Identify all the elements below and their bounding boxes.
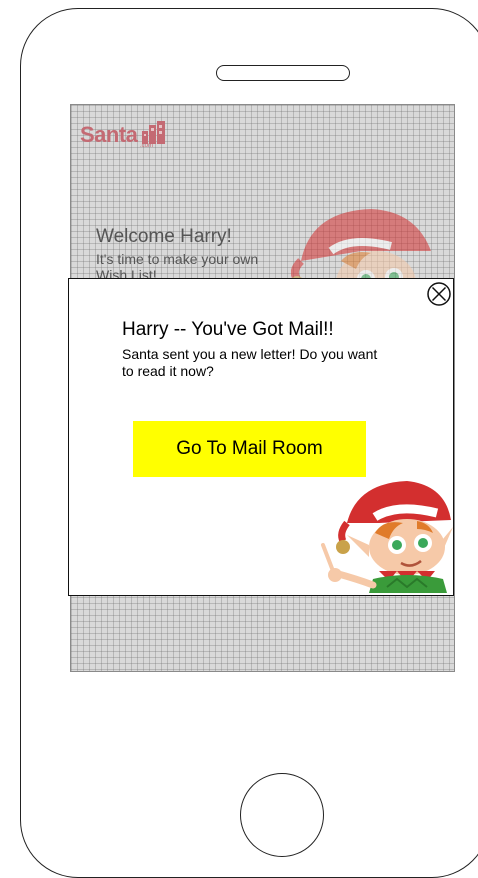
elf-pointing-illustration <box>321 481 453 593</box>
go-to-mail-room-button[interactable]: Go To Mail Room <box>133 421 366 477</box>
close-icon[interactable] <box>426 281 452 307</box>
logo-text: Santa <box>80 122 138 147</box>
logo-domain: .com <box>140 143 154 149</box>
mail-notification-modal: Harry -- You've Got Mail!! Santa sent yo… <box>68 278 454 596</box>
santa-logo[interactable]: Santa .com <box>80 119 167 149</box>
home-button[interactable] <box>240 773 324 857</box>
modal-title: Harry -- You've Got Mail!! <box>122 319 334 340</box>
welcome-title: Welcome Harry! <box>96 226 232 247</box>
house-icon <box>142 121 166 144</box>
phone-speaker <box>216 65 350 81</box>
modal-message: Santa sent you a new letter! Do you want… <box>122 346 378 379</box>
